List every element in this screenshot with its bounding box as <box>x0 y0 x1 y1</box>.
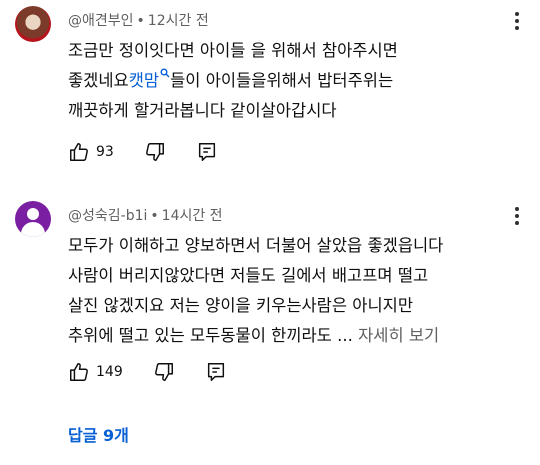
comment-line: 좋겠네요캣맘 들이 아이들을위해서 밥터주위는 <box>68 66 528 96</box>
comment-time: 12시간 전 <box>147 13 209 29</box>
avatar[interactable] <box>15 201 51 237</box>
like-button[interactable]: 93 <box>68 141 114 163</box>
more-vert-icon[interactable] <box>514 12 520 32</box>
replies-toggle-button[interactable]: 답글 9개 <box>68 422 129 446</box>
reply-button[interactable] <box>205 361 227 383</box>
reply-icon <box>198 143 215 161</box>
reply-button[interactable] <box>196 141 218 163</box>
dislike-button[interactable] <box>153 361 175 383</box>
comment-line-part: 들이 아이들을위해서 밥터주위는 <box>170 71 394 90</box>
dislike-icon <box>154 363 173 381</box>
like-count: 93 <box>96 144 114 160</box>
read-more-link[interactable]: 자세히 보기 <box>358 326 439 345</box>
avatar-body <box>21 222 45 237</box>
reply-icon <box>207 363 224 381</box>
comment-line: 추위에 떨고 있는 모두동물이 한끼라도 ... 자세히 보기 <box>68 321 528 351</box>
dislike-button[interactable] <box>144 141 166 163</box>
dislike-icon <box>145 143 164 161</box>
comment-line: 사람이 버리지않았다면 저들도 길에서 배고프며 떨고 <box>68 266 429 285</box>
comment-meta: @애견부인 • 12시간 전 <box>68 10 209 30</box>
comment-text: 조금만 정이잇다면 아이들 을 위해서 참아주시면 좋겠네요캣맘 들이 아이들을위… <box>68 36 528 126</box>
search-mention-icon <box>160 68 170 78</box>
like-icon <box>70 143 88 161</box>
like-count: 149 <box>96 364 123 380</box>
comment-meta: @성숙김-b1i • 14시간 전 <box>68 205 223 225</box>
comment-line: 살진 않겠지요 저는 양이을 키우는사람은 아니지만 <box>68 296 414 315</box>
avatar[interactable] <box>15 6 51 42</box>
comment-line: 조금만 정이잇다면 아이들 을 위해서 참아주시면 <box>68 41 398 60</box>
mention-text: 캣맘 <box>128 71 160 90</box>
comment-actions: 93 <box>68 140 248 164</box>
comment-line-part: 좋겠네요 <box>68 71 129 90</box>
comment-line: 모두가 이해하고 양보하면서 더불어 살았읍 좋겠읍니다 <box>68 236 444 255</box>
more-vert-icon[interactable] <box>514 207 520 227</box>
comment-text: 모두가 이해하고 양보하면서 더불어 살았읍 좋겠읍니다 사람이 버리지않았다면… <box>68 231 528 351</box>
comment-line-part: 추위에 떨고 있는 모두동물이 한끼라도 ... <box>68 326 353 345</box>
author-name[interactable]: @성숙김-b1i <box>68 208 147 224</box>
comment-line: 깨끗하게 할거라봅니다 같이살아갑시다 <box>68 101 337 120</box>
mention-link[interactable]: 캣맘 <box>128 68 170 90</box>
separator-dot: • <box>136 13 145 29</box>
author-name[interactable]: @애견부인 <box>68 13 134 29</box>
comment-actions: 149 <box>68 360 257 384</box>
like-icon <box>70 363 88 381</box>
comment-time: 14시간 전 <box>161 208 223 224</box>
like-button[interactable]: 149 <box>68 361 123 383</box>
avatar-head <box>27 208 39 220</box>
separator-dot: • <box>150 208 159 224</box>
